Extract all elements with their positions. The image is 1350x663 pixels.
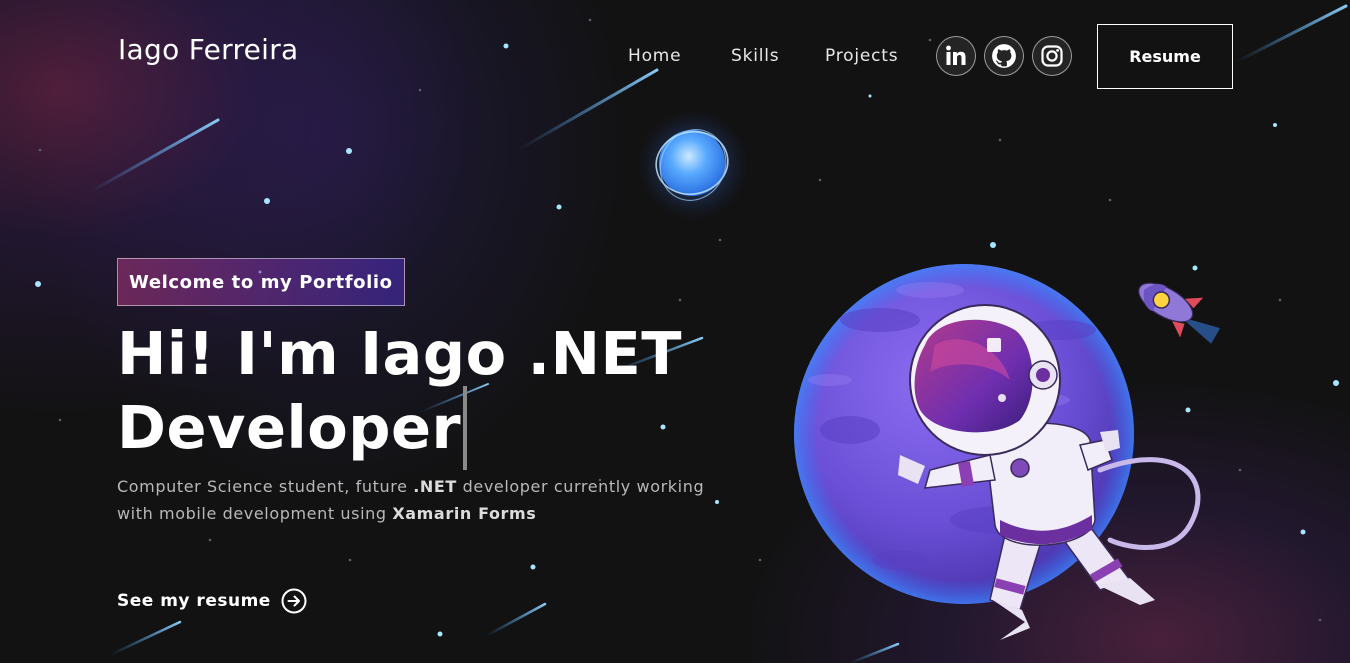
rocket <box>1138 282 1221 344</box>
page: Iago Ferreira Home Skills Projects Resum… <box>0 0 1350 663</box>
hero-illustration <box>794 264 1221 640</box>
